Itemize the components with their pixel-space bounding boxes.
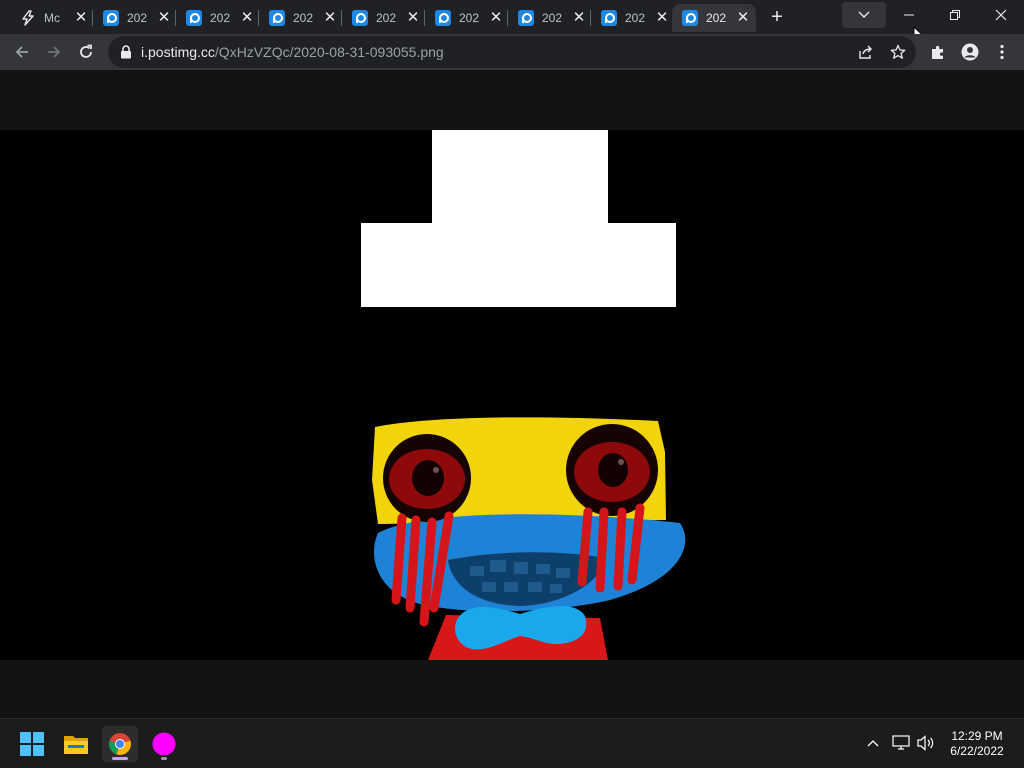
close-icon[interactable]: ✕ bbox=[489, 10, 503, 25]
taskbar-clock[interactable]: 12:29 PM 6/22/2022 bbox=[940, 729, 1014, 759]
tab-title: 202 bbox=[210, 11, 231, 25]
url-host: i.postimg.cc bbox=[141, 44, 215, 60]
page-viewport bbox=[0, 70, 1024, 718]
file-explorer-icon bbox=[64, 736, 88, 754]
puzzle-icon bbox=[932, 45, 943, 59]
new-tab-button[interactable]: + bbox=[766, 6, 788, 28]
chrome-icon bbox=[109, 733, 131, 755]
profile-button[interactable] bbox=[956, 38, 984, 66]
chevron-down-icon bbox=[858, 11, 870, 18]
minimize-button[interactable] bbox=[886, 0, 932, 30]
more-vertical-icon bbox=[1000, 44, 1004, 60]
windows-taskbar: 12:29 PM 6/22/2022 bbox=[0, 718, 1024, 768]
magenta-circle-app-icon bbox=[152, 732, 176, 756]
cartoon-face-drawing bbox=[361, 130, 686, 660]
tab-3[interactable]: 202 ✕ bbox=[259, 4, 339, 32]
address-bar[interactable]: i.postimg.cc/QxHzVZQc/2020-08-31-093055.… bbox=[108, 36, 916, 68]
close-icon[interactable]: ✕ bbox=[157, 10, 171, 25]
tab-6[interactable]: 202 ✕ bbox=[508, 4, 588, 32]
close-icon[interactable]: ✕ bbox=[655, 10, 669, 25]
forward-button[interactable] bbox=[40, 38, 68, 66]
tab-8-active[interactable]: 202 ✕ bbox=[672, 4, 756, 32]
clock-date: 6/22/2022 bbox=[950, 744, 1004, 758]
right-eye-pupil bbox=[598, 453, 628, 487]
reload-icon bbox=[80, 44, 92, 58]
tab-title: 202 bbox=[127, 11, 148, 25]
lock-icon[interactable] bbox=[117, 43, 135, 61]
tab-title: 202 bbox=[625, 11, 646, 25]
running-indicator bbox=[112, 757, 128, 760]
running-indicator bbox=[161, 757, 167, 760]
start-button[interactable] bbox=[14, 726, 50, 762]
postimg-icon bbox=[435, 10, 451, 26]
left-eye-pupil bbox=[412, 460, 444, 496]
tab-0[interactable]: Mc ✕ bbox=[10, 4, 90, 32]
extensions-button[interactable] bbox=[924, 38, 952, 66]
postimg-icon bbox=[269, 10, 285, 26]
tab-title: 202 bbox=[706, 11, 727, 25]
tab-1[interactable]: 202 ✕ bbox=[93, 4, 173, 32]
clock-time: 12:29 PM bbox=[951, 729, 1003, 743]
share-icon[interactable] bbox=[857, 43, 875, 61]
browser-titlebar: Mc ✕ 202 ✕ 202 ✕ 202 ✕ 202 ✕ 202 ✕ 202 ✕ bbox=[0, 0, 1024, 44]
postimg-icon bbox=[352, 10, 368, 26]
network-icon bbox=[892, 735, 910, 750]
postimg-icon bbox=[103, 10, 119, 26]
tab-5[interactable]: 202 ✕ bbox=[425, 4, 505, 32]
back-button[interactable] bbox=[8, 38, 36, 66]
tab-search-button[interactable] bbox=[842, 2, 886, 28]
taskbar-file-explorer[interactable] bbox=[58, 726, 94, 762]
close-icon[interactable]: ✕ bbox=[74, 10, 88, 25]
postimg-icon bbox=[518, 10, 534, 26]
close-icon[interactable]: ✕ bbox=[736, 10, 750, 25]
menu-button[interactable] bbox=[988, 38, 1016, 66]
browser-toolbar: i.postimg.cc/QxHzVZQc/2020-08-31-093055.… bbox=[0, 34, 1024, 70]
url-text[interactable]: i.postimg.cc/QxHzVZQc/2020-08-31-093055.… bbox=[141, 44, 444, 60]
tab-title: 202 bbox=[459, 11, 480, 25]
windows-start-icon bbox=[20, 732, 44, 756]
postimg-icon bbox=[601, 10, 617, 26]
left-eye-glint bbox=[433, 467, 439, 473]
arrow-right-icon bbox=[48, 46, 61, 58]
bolt-icon bbox=[20, 10, 36, 26]
restore-button[interactable] bbox=[932, 0, 978, 30]
taskbar-magenta-app[interactable] bbox=[146, 726, 182, 762]
postimg-icon bbox=[186, 10, 202, 26]
tab-7[interactable]: 202 ✕ bbox=[591, 4, 671, 32]
profile-icon bbox=[961, 43, 979, 61]
tab-4[interactable]: 202 ✕ bbox=[342, 4, 422, 32]
volume-tray-button[interactable] bbox=[915, 729, 937, 757]
url-path: /QxHzVZQc/2020-08-31-093055.png bbox=[214, 44, 444, 60]
bookmark-star-icon[interactable] bbox=[889, 43, 907, 61]
postimg-icon bbox=[682, 10, 698, 26]
close-icon bbox=[995, 9, 1007, 21]
white-hat-shape bbox=[361, 130, 676, 307]
close-icon[interactable]: ✕ bbox=[323, 10, 337, 25]
tab-title: 202 bbox=[376, 11, 397, 25]
close-icon[interactable]: ✕ bbox=[240, 10, 254, 25]
tab-title: 202 bbox=[542, 11, 563, 25]
right-eye-glint bbox=[618, 459, 624, 465]
restore-icon bbox=[950, 10, 960, 20]
close-icon[interactable]: ✕ bbox=[572, 10, 586, 25]
chevron-up-icon bbox=[867, 740, 879, 747]
close-window-button[interactable] bbox=[978, 0, 1024, 30]
minimize-icon bbox=[904, 14, 914, 16]
tab-title: 202 bbox=[293, 11, 314, 25]
show-hidden-icons-button[interactable] bbox=[862, 729, 884, 757]
taskbar-chrome[interactable] bbox=[102, 726, 138, 762]
displayed-image bbox=[0, 130, 1024, 660]
close-icon[interactable]: ✕ bbox=[406, 10, 420, 25]
volume-icon bbox=[917, 735, 934, 751]
network-tray-button[interactable] bbox=[890, 729, 912, 757]
reload-button[interactable] bbox=[72, 38, 100, 66]
arrow-left-icon bbox=[15, 46, 28, 58]
tab-2[interactable]: 202 ✕ bbox=[176, 4, 256, 32]
tab-title: Mc bbox=[44, 11, 60, 25]
